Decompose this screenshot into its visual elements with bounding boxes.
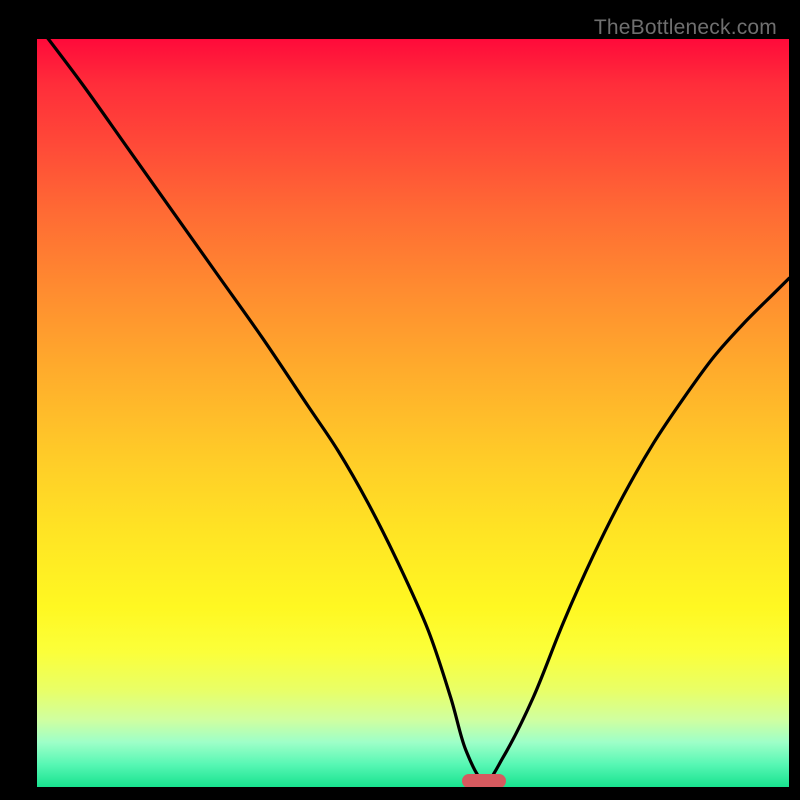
curve-layer xyxy=(37,39,789,787)
chart-frame: TheBottleneck.com xyxy=(13,13,787,787)
watermark-text: TheBottleneck.com xyxy=(594,16,777,40)
plot-area xyxy=(37,39,789,787)
minimum-marker xyxy=(462,774,506,787)
bottleneck-curve xyxy=(37,39,789,781)
